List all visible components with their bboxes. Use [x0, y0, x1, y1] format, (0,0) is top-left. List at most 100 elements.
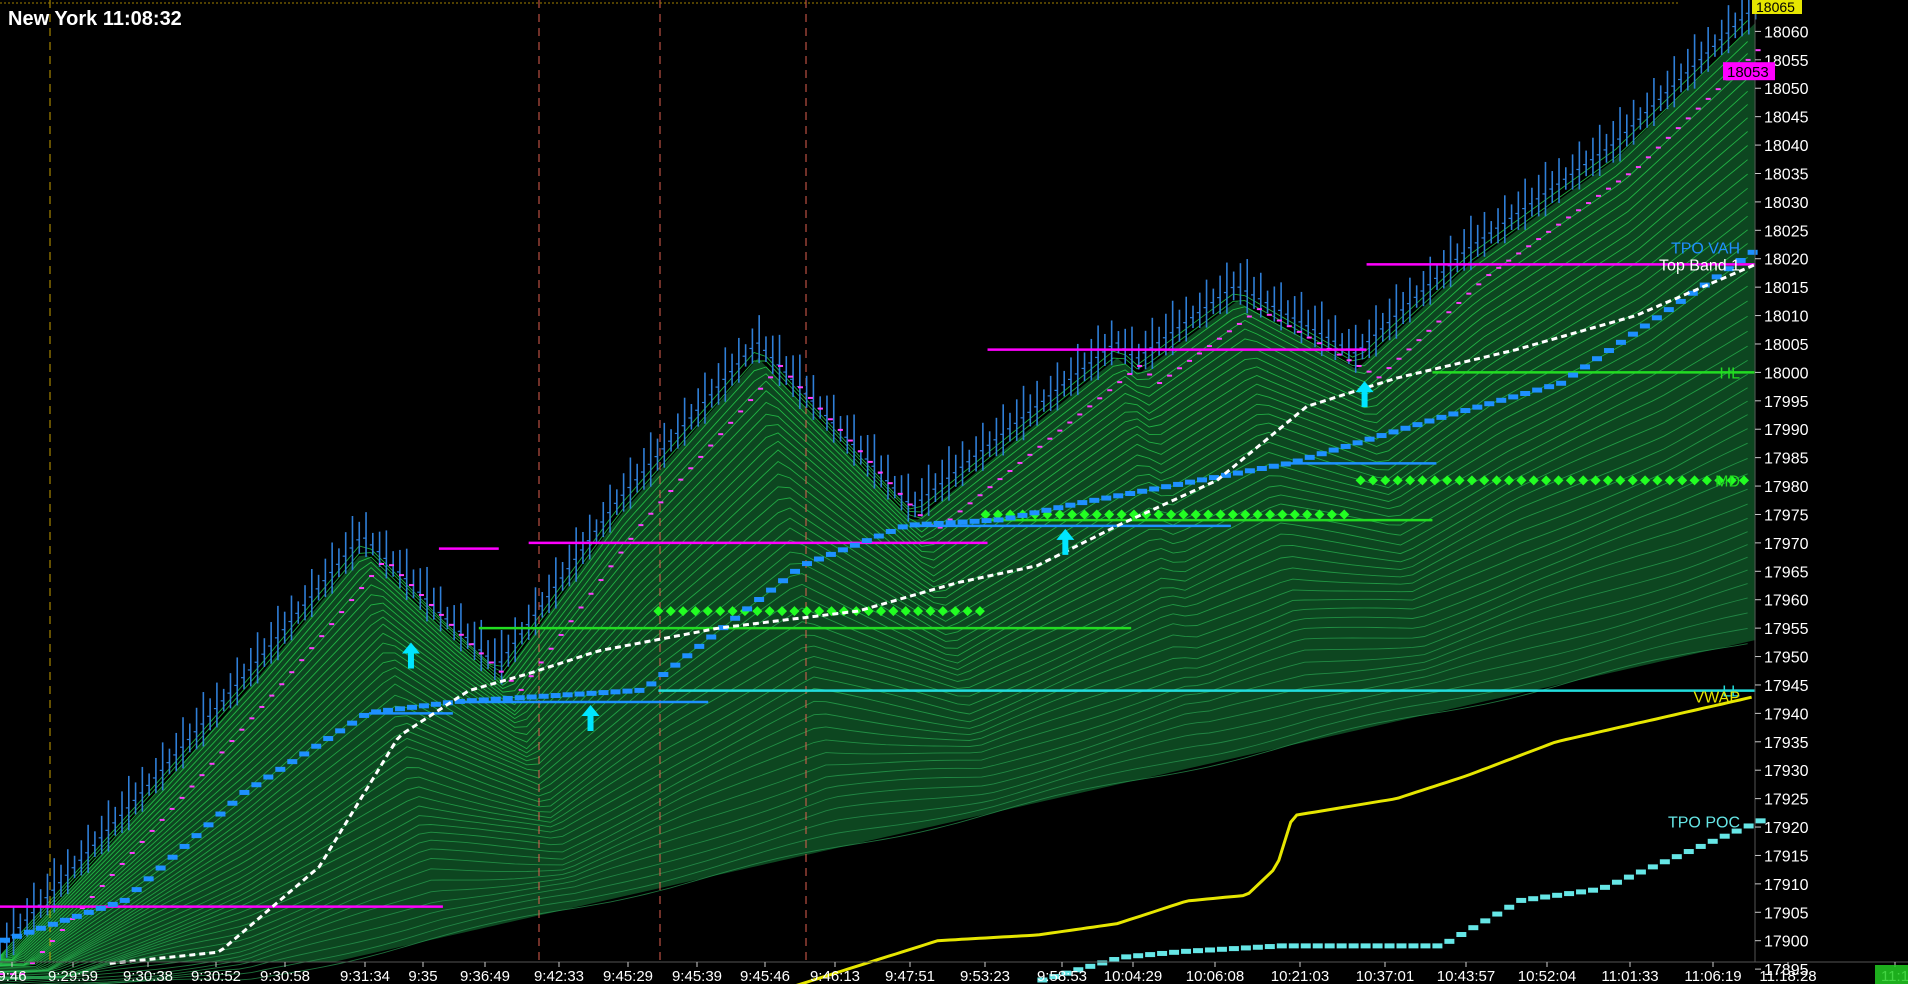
x-tick-label: 9:29:59	[48, 968, 98, 984]
x-tick-label: 9:42:33	[534, 968, 584, 984]
y-tick-label: 17985	[1764, 451, 1809, 468]
series-step	[1005, 515, 1016, 521]
y-tick-label: 18020	[1764, 252, 1809, 269]
series-step	[1161, 484, 1172, 490]
annotation-label: HL	[1720, 365, 1741, 382]
series-step	[239, 789, 250, 795]
y-tick-label: 17975	[1764, 507, 1809, 524]
series-step	[562, 692, 573, 698]
x-tick-label: 11:18:28	[1759, 968, 1816, 984]
price-marker: 18053	[1723, 62, 1775, 81]
x-tick-label: 10:04:29	[1104, 968, 1162, 984]
series-step	[1743, 823, 1754, 829]
series-step	[251, 782, 262, 788]
series-step	[574, 691, 585, 697]
series-step	[1623, 874, 1634, 880]
annotation-label: TPO VAH	[1671, 240, 1740, 257]
series-step	[47, 921, 58, 927]
x-tick-label: 9:31:34	[340, 968, 390, 984]
series-step	[119, 897, 130, 903]
series-step	[514, 695, 525, 701]
y-tick-label: 18015	[1764, 280, 1809, 297]
series-step	[1312, 943, 1323, 949]
series-step	[682, 653, 693, 659]
series-step	[335, 728, 346, 734]
series-step	[1244, 468, 1255, 474]
x-tick-label: 10:21:03	[1271, 968, 1329, 984]
series-step	[1603, 348, 1614, 354]
x-tick-label: 9:58:53	[1037, 968, 1087, 984]
series-step	[1360, 943, 1371, 949]
series-step	[1408, 943, 1419, 949]
series-step	[1504, 904, 1515, 910]
series-step	[1432, 943, 1443, 949]
y-tick-label: 17900	[1764, 934, 1809, 951]
y-axis: 1806018055180501804518040180351803018025…	[1754, 0, 1809, 979]
series-step	[1599, 884, 1610, 890]
series-step	[526, 694, 537, 700]
series-step	[1508, 394, 1519, 400]
series-step	[921, 521, 932, 527]
y-tick-label: 18005	[1764, 337, 1809, 354]
series-step	[11, 933, 22, 939]
y-tick-label: 17955	[1764, 621, 1809, 638]
series-step	[1065, 502, 1076, 508]
series-step	[1444, 938, 1455, 944]
series-step	[1137, 488, 1148, 494]
series-step	[1280, 461, 1291, 467]
series-step	[957, 519, 968, 525]
series-step	[1532, 387, 1543, 393]
y-tick-label: 17925	[1764, 792, 1809, 809]
series-step	[59, 917, 70, 923]
series-step	[0, 937, 10, 943]
series-step	[538, 693, 549, 699]
series-step	[1232, 470, 1243, 476]
series-step	[311, 743, 322, 749]
y-tick-label: 17995	[1764, 394, 1809, 411]
series-step	[1145, 952, 1156, 958]
series-step	[1576, 889, 1587, 895]
series-step	[993, 517, 1004, 523]
series-step	[1675, 298, 1686, 304]
series-step	[1552, 892, 1563, 898]
series-step	[1125, 491, 1136, 497]
series-step	[1157, 950, 1168, 956]
series-step	[766, 587, 777, 593]
x-tick-label: 9:45:29	[603, 968, 653, 984]
series-step	[1412, 422, 1423, 428]
series-step	[1133, 953, 1144, 959]
series-step	[1592, 356, 1603, 362]
series-step	[35, 925, 46, 931]
series-step	[1492, 911, 1503, 917]
series-step	[1109, 957, 1120, 963]
series-step	[1707, 838, 1718, 844]
series-step	[1228, 946, 1239, 952]
series-step	[1324, 943, 1335, 949]
series-step	[1671, 854, 1682, 860]
series-step	[1456, 932, 1467, 938]
series-step	[155, 865, 166, 871]
series-step	[1659, 859, 1670, 865]
series-step	[861, 538, 872, 544]
series-step	[275, 766, 286, 772]
series-step	[1336, 943, 1347, 949]
series-step	[825, 551, 836, 557]
series-step	[1711, 274, 1722, 280]
series-step	[885, 528, 896, 534]
series-step	[1316, 451, 1327, 457]
series-step	[1588, 887, 1599, 893]
series-step	[849, 542, 860, 548]
series-step	[1017, 512, 1028, 518]
series-step	[1460, 408, 1471, 414]
series-step	[203, 822, 214, 828]
y-tick-label: 18025	[1764, 223, 1809, 240]
y-tick-label: 17980	[1764, 479, 1809, 496]
series-step	[323, 736, 334, 742]
series-step	[1611, 879, 1622, 885]
series-step	[670, 662, 681, 668]
price-chart[interactable]: 1806018055180501804518040180351803018025…	[0, 0, 1908, 984]
series-step	[813, 556, 824, 562]
series-step	[299, 751, 310, 757]
y-tick-label: 18000	[1764, 365, 1809, 382]
y-tick-label: 18030	[1764, 195, 1809, 212]
